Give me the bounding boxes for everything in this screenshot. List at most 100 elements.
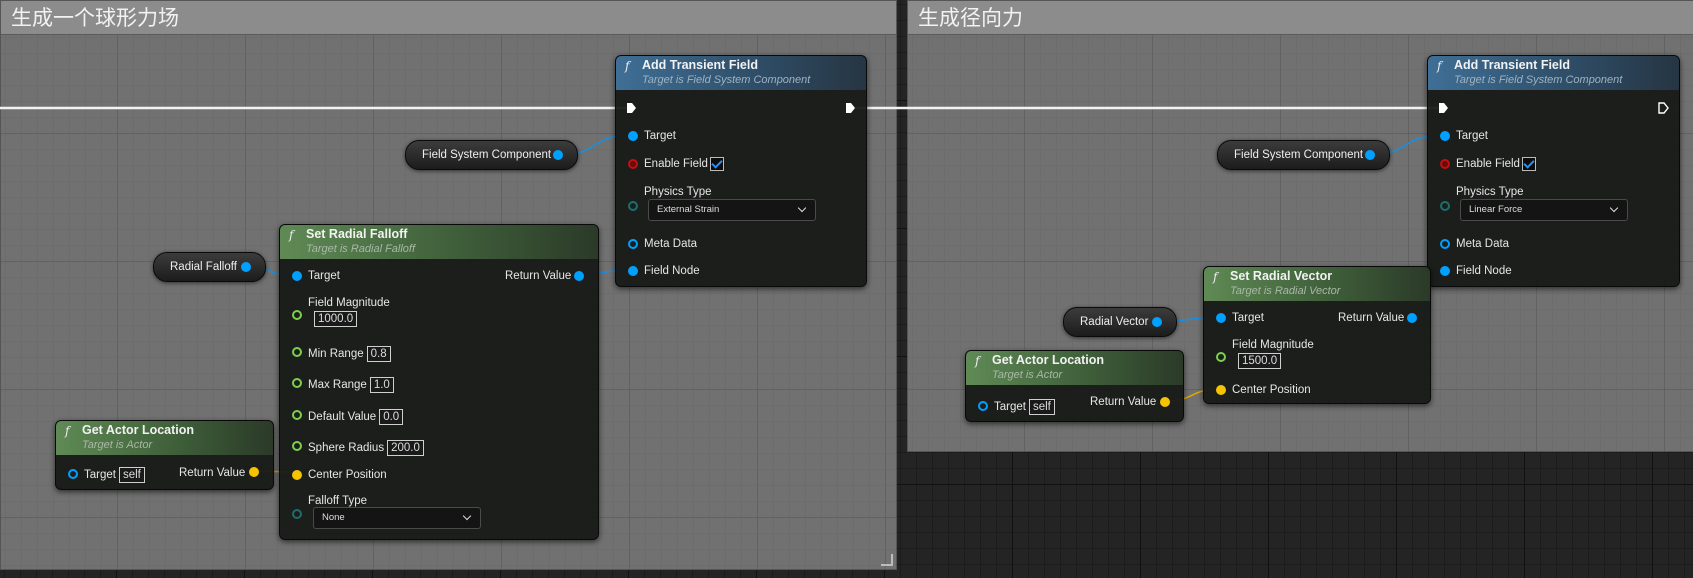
enable-field-checkbox[interactable]: [1522, 157, 1536, 171]
field-node-pin-icon[interactable]: [628, 266, 638, 276]
falloff-type-pin-icon[interactable]: [292, 509, 302, 519]
set-radial-falloff-node[interactable]: f Set Radial Falloff Target is Radial Fa…: [279, 224, 599, 540]
get-actor-location-node[interactable]: f Get Actor Location Target is Actor Tar…: [55, 420, 274, 490]
exec-in-pin-icon[interactable]: [1438, 102, 1449, 114]
sphere-radius-label: Sphere Radius 200.0: [308, 440, 424, 456]
var-out-pin-icon[interactable]: [1152, 317, 1162, 327]
function-icon: f: [65, 424, 70, 438]
dropdown-value: None: [322, 512, 345, 523]
default-value-input[interactable]: 0.0: [379, 409, 404, 425]
min-range-pin-icon[interactable]: [292, 347, 302, 357]
enable-field-pin-icon[interactable]: [1440, 159, 1450, 169]
exec-out-pin-icon[interactable]: [845, 102, 856, 114]
center-position-label: Center Position: [1232, 384, 1311, 396]
exec-in-pin-icon[interactable]: [626, 102, 637, 114]
target-pin-icon[interactable]: [1440, 131, 1450, 141]
node-header[interactable]: f Add Transient Field Target is Field Sy…: [1428, 56, 1679, 90]
target-self-input[interactable]: self: [1028, 399, 1055, 415]
var-label: Field System Component: [1234, 149, 1364, 161]
dropdown-value: External Strain: [657, 204, 720, 215]
target-pin-icon[interactable]: [68, 469, 78, 479]
physics-type-dropdown[interactable]: External Strain: [648, 199, 816, 221]
function-icon: f: [289, 228, 294, 242]
target-label: Target self: [84, 467, 145, 483]
meta-data-pin-icon[interactable]: [628, 239, 638, 249]
node-header[interactable]: f Set Radial Falloff Target is Radial Fa…: [280, 225, 598, 259]
sphere-radius-input[interactable]: 200.0: [387, 440, 424, 456]
enable-field-pin-icon[interactable]: [628, 159, 638, 169]
exec-out-pin-icon[interactable]: [1658, 102, 1669, 114]
physics-type-pin-icon[interactable]: [1440, 201, 1450, 211]
label-text: Max Range: [308, 379, 367, 392]
return-value-label: Return Value: [1338, 312, 1405, 324]
field-magnitude-label: Field Magnitude: [1232, 339, 1314, 351]
min-range-input[interactable]: 0.8: [366, 346, 391, 362]
chevron-down-icon: [462, 511, 472, 521]
add-transient-field-node[interactable]: f Add Transient Field Target is Field Sy…: [1427, 55, 1680, 287]
sphere-radius-pin-icon[interactable]: [292, 441, 302, 451]
target-pin-icon[interactable]: [628, 131, 638, 141]
field-magnitude-pin-icon[interactable]: [292, 310, 302, 320]
node-header[interactable]: f Get Actor Location Target is Actor: [56, 421, 273, 455]
label-text: Sphere Radius: [308, 442, 385, 455]
target-label: Target: [1232, 312, 1264, 324]
field-node-label: Field Node: [1456, 265, 1512, 277]
max-range-input[interactable]: 1.0: [369, 377, 394, 393]
var-label: Field System Component: [422, 149, 552, 161]
meta-data-label: Meta Data: [644, 238, 698, 250]
field-node-pin-icon[interactable]: [1440, 266, 1450, 276]
field-system-component-var-node[interactable]: Field System Component: [1217, 140, 1390, 170]
node-title: Get Actor Location: [82, 423, 195, 437]
var-label: Radial Vector: [1080, 316, 1149, 328]
return-value-pin-icon[interactable]: [1160, 397, 1170, 407]
target-pin-icon[interactable]: [1216, 313, 1226, 323]
add-transient-field-node[interactable]: f Add Transient Field Target is Field Sy…: [615, 55, 867, 287]
dropdown-value: Linear Force: [1469, 204, 1523, 215]
var-out-pin-icon[interactable]: [1365, 150, 1375, 160]
return-value-label: Return Value: [1090, 396, 1157, 408]
target-pin-icon[interactable]: [292, 271, 302, 281]
get-actor-location-node[interactable]: f Get Actor Location Target is Actor Tar…: [965, 350, 1184, 422]
field-magnitude-input[interactable]: 1000.0: [314, 311, 358, 327]
node-header[interactable]: f Get Actor Location Target is Actor: [966, 351, 1183, 385]
falloff-type-dropdown[interactable]: None: [313, 507, 481, 529]
max-range-pin-icon[interactable]: [292, 378, 302, 388]
target-self-input[interactable]: self: [118, 467, 145, 483]
falloff-type-label: Falloff Type: [308, 495, 368, 507]
center-position-pin-icon[interactable]: [1216, 385, 1226, 395]
enable-field-checkbox[interactable]: [710, 157, 724, 171]
var-out-pin-icon[interactable]: [241, 262, 251, 272]
radial-vector-var-node[interactable]: Radial Vector: [1063, 307, 1177, 337]
node-title: Set Radial Falloff: [306, 227, 408, 241]
var-label: Radial Falloff: [170, 261, 237, 273]
target-label: Target self: [994, 399, 1055, 415]
center-position-label: Center Position: [308, 469, 387, 481]
node-header[interactable]: f Add Transient Field Target is Field Sy…: [616, 56, 866, 90]
max-range-label: Max Range 1.0: [308, 377, 394, 393]
return-value-pin-icon[interactable]: [574, 271, 584, 281]
var-out-pin-icon[interactable]: [553, 150, 563, 160]
min-range-label: Min Range 0.8: [308, 346, 391, 362]
physics-type-dropdown[interactable]: Linear Force: [1460, 199, 1628, 221]
radial-falloff-var-node[interactable]: Radial Falloff: [153, 252, 266, 282]
function-icon: f: [1213, 270, 1218, 284]
field-node-label: Field Node: [644, 265, 700, 277]
default-value-pin-icon[interactable]: [292, 410, 302, 420]
set-radial-vector-node[interactable]: f Set Radial Vector Target is Radial Vec…: [1203, 266, 1431, 404]
field-magnitude-input[interactable]: 1500.0: [1238, 353, 1282, 369]
return-value-pin-icon[interactable]: [249, 467, 259, 477]
meta-data-label: Meta Data: [1456, 238, 1510, 250]
center-position-pin-icon[interactable]: [292, 470, 302, 480]
meta-data-pin-icon[interactable]: [1440, 239, 1450, 249]
label-text: Min Range: [308, 348, 364, 361]
target-pin-icon[interactable]: [978, 401, 988, 411]
label-text: Default Value: [308, 411, 377, 424]
node-header[interactable]: f Set Radial Vector Target is Radial Vec…: [1204, 267, 1430, 301]
field-system-component-var-node[interactable]: Field System Component: [405, 140, 578, 170]
enable-field-label: Enable Field: [644, 158, 708, 170]
field-magnitude-pin-icon[interactable]: [1216, 352, 1226, 362]
physics-type-pin-icon[interactable]: [628, 201, 638, 211]
function-icon: f: [1437, 59, 1442, 73]
node-subtitle: Target is Field System Component: [642, 74, 811, 86]
return-value-pin-icon[interactable]: [1407, 313, 1417, 323]
